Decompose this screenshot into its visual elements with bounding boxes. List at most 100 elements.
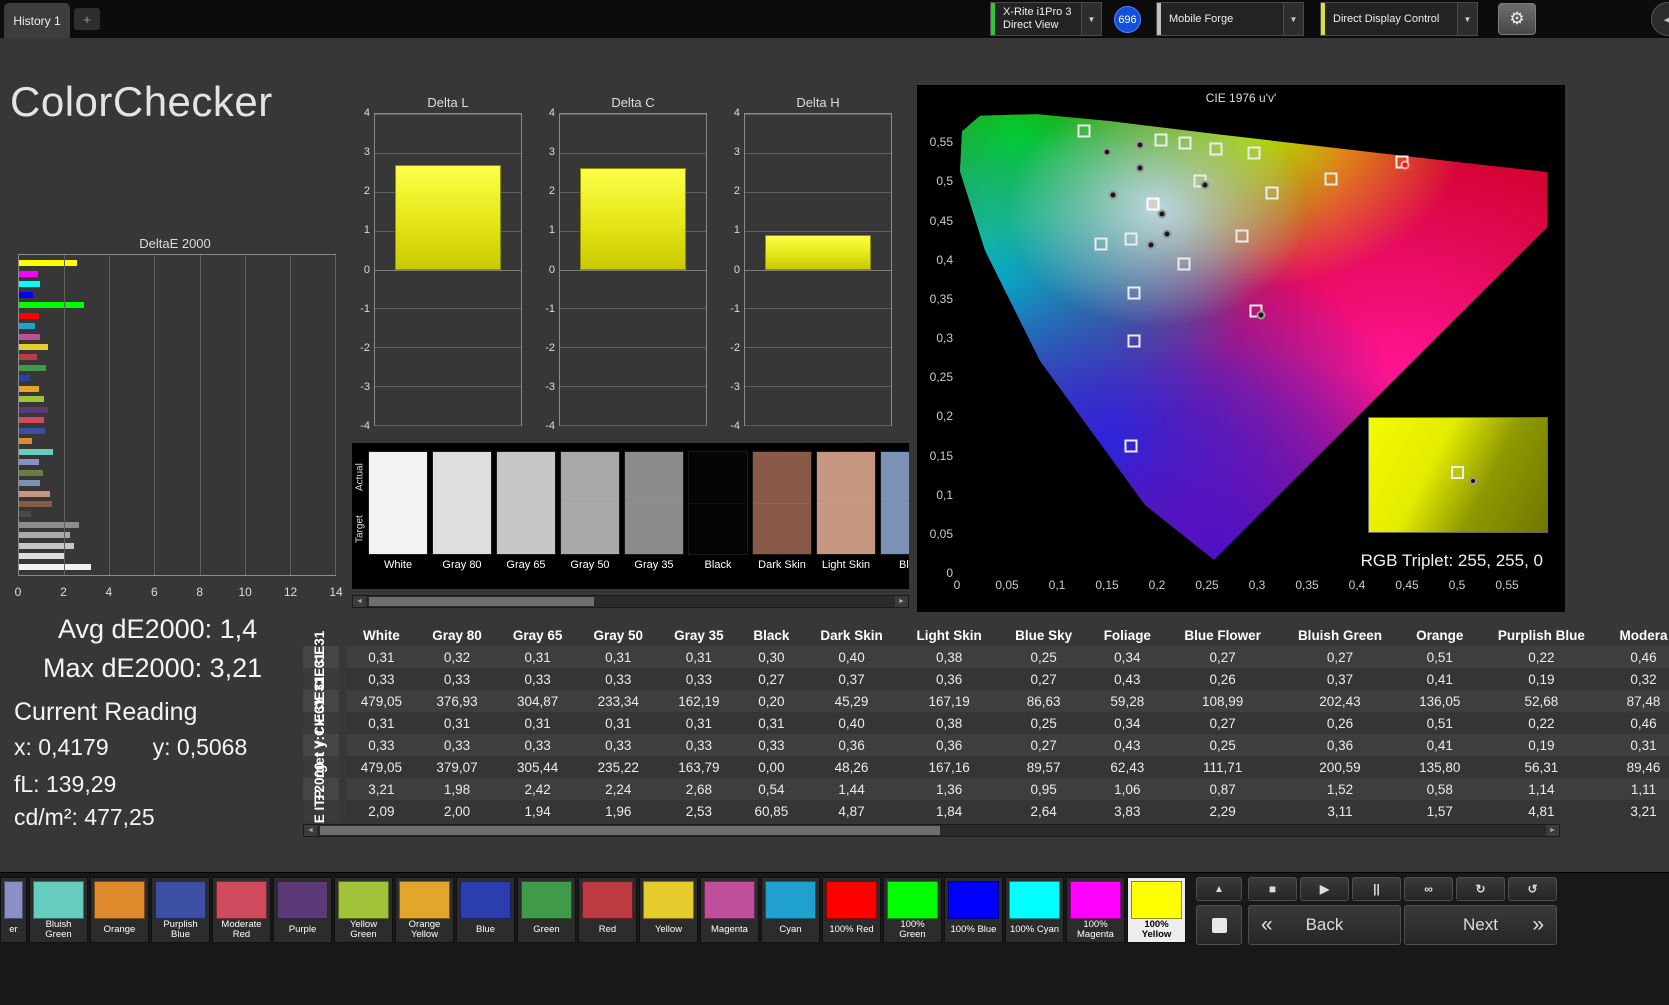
cell: 86,63 [998,690,1089,712]
reading-cdm2: cd/m²: 477,25 [14,804,155,830]
de-bar-row [19,321,335,331]
patch-er[interactable]: er [0,877,27,943]
scroll-left-icon[interactable]: ◄ [304,825,317,836]
next-button[interactable]: Next » [1404,905,1557,945]
reading-badge[interactable]: 696 [1114,6,1141,33]
stop-fill-button[interactable] [1196,905,1242,945]
meter-display[interactable]: Direct Display Control ▼ [1320,2,1478,36]
cell: 0,33 [416,668,498,690]
patch-100-blue[interactable]: 100% Blue [944,877,1003,943]
swatch-gray-35: Gray 35 [624,451,684,581]
settings-button[interactable]: ⚙ [1498,3,1536,35]
patch-magenta[interactable]: Magenta [700,877,759,943]
cell: 0,32 [1604,668,1669,690]
column-header-modera: Modera [1619,627,1668,643]
pause-button[interactable]: || [1352,877,1401,901]
cie-measured-marker [1108,190,1118,200]
axis-tick-label: -2 [730,341,740,354]
history-back-button[interactable]: ↺ [1508,877,1557,901]
cell: 2,42 [497,778,578,800]
patch-yellow[interactable]: Yellow [639,877,698,943]
cell: 135,80 [1400,756,1479,778]
patch-orange-yellow[interactable]: Orange Yellow [395,877,454,943]
de-bar-row [19,289,335,299]
swatch-color [496,451,556,555]
patch-100-red[interactable]: 100% Red [822,877,881,943]
reading-y: y: 0,5068 [152,734,248,760]
swatch-scrollbar[interactable]: ◄ ► [352,595,909,608]
collapse-panel-button[interactable]: ◀ [1651,2,1669,36]
cell: 0,27 [1166,712,1280,734]
cell: 52,68 [1478,690,1605,712]
patch-100-cyan[interactable]: 100% Cyan [1005,877,1064,943]
table-scrollbar[interactable]: ◄ ► [303,824,1560,837]
patch-purplish-blue[interactable]: Purplish Blue [151,877,210,943]
cell: 305,44 [497,756,578,778]
patch-label: Yellow [654,924,683,935]
gridline [375,269,521,271]
scroll-right-icon[interactable]: ► [895,596,908,607]
cell: 0,87 [1166,778,1280,800]
cell: 60,85 [739,800,804,822]
scroll-left-icon[interactable]: ◄ [353,596,366,607]
cie-measured-marker [1135,163,1145,173]
scroll-up-button[interactable]: ▲ [1196,877,1242,901]
cell: 2,09 [345,800,417,822]
de-bar-row [19,436,335,446]
patch-orange[interactable]: Orange [90,877,149,943]
swatch-label: White [383,559,413,571]
chevron-down-icon[interactable]: ▼ [1283,3,1303,35]
patch-red[interactable]: Red [578,877,637,943]
patch-100-magenta[interactable]: 100% Magenta [1066,877,1125,943]
cell: 0,31 [345,646,417,668]
patch-bluish-green[interactable]: Bluish Green [29,877,88,943]
patch-purple[interactable]: Purple [273,877,332,943]
gridline [560,308,706,310]
cell: 0,32 [416,646,498,668]
de-bar-row [19,373,335,383]
add-tab-button[interactable]: + [74,8,100,30]
cell: 3,21 [1604,800,1669,822]
axis-tick-label: 0,45 [929,213,953,228]
patch-yellow-green[interactable]: Yellow Green [334,877,393,943]
patch-100-yellow[interactable]: 100% Yellow [1127,877,1186,943]
scroll-right-icon[interactable]: ► [1546,825,1559,836]
patch-moderate-red[interactable]: Moderate Red [212,877,271,943]
scrollbar-thumb[interactable] [369,597,594,606]
cell: 379,07 [416,756,498,778]
cell: 1,98 [416,778,498,800]
gridline [745,191,891,193]
table-row-target-y-cie31: Target y:CIE31 0,33 0,33 0,33 0,33 0,33 0,33 0,… [303,698,1669,792]
de-bar-cyan [19,323,36,330]
cell: 162,19 [658,690,740,712]
patch-cyan[interactable]: Cyan [761,877,820,943]
continuous-button[interactable]: ∞ [1404,877,1453,901]
gridline [745,269,891,271]
patch-green[interactable]: Green [517,877,576,943]
axis-tick-label: 0,15 [929,448,953,463]
patch-blue[interactable]: Blue [456,877,515,943]
patch-color [826,881,877,919]
cell: 0,46 [1604,646,1669,668]
chevron-down-icon[interactable]: ▼ [1081,3,1101,35]
chevron-down-icon[interactable]: ▼ [1457,3,1477,35]
patch-100-green[interactable]: 100% Green [883,877,942,943]
tab-history-1[interactable]: History 1 [4,3,70,38]
meter-instrument[interactable]: X-Rite i1Pro 3 Direct View ▼ [990,2,1102,36]
refresh-button[interactable]: ↻ [1456,877,1505,901]
swatch-color [432,451,492,555]
cie-target-marker [1094,237,1108,251]
de-bar-green [19,364,47,371]
patch-color [4,881,23,919]
cell: 0,40 [803,646,900,668]
swatch-area: Actual Target White Gray 80 Gray 65 Gray 50… [352,443,909,589]
scrollbar-thumb[interactable] [320,826,940,835]
axis-tick-label: 4 [548,107,555,119]
meter-source[interactable]: Mobile Forge ▼ [1156,2,1304,36]
play-button[interactable]: ▶ [1300,877,1349,901]
square-icon [1211,917,1227,933]
cell: 0,34 [1088,646,1167,668]
back-button[interactable]: « Back [1248,905,1401,945]
axis-tick-label: 0,4 [936,252,953,267]
stop-button[interactable]: ■ [1248,877,1297,901]
